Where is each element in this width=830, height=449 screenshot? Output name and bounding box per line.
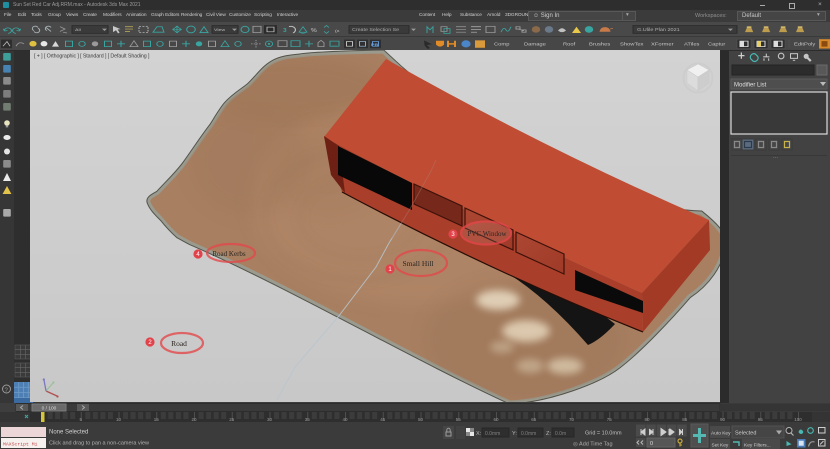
svg-text:All: All (75, 28, 81, 32)
svg-text:Selected: Selected (735, 431, 756, 437)
svg-text:Brushes: Brushes (589, 42, 611, 47)
svg-text:G.Ulile Plan 2021: G.Ulile Plan 2021 (637, 28, 680, 33)
svg-text:PB: PB (371, 43, 379, 47)
svg-text:Small Hill: Small Hill (402, 259, 433, 268)
svg-text:0: 0 (650, 441, 653, 447)
svg-text:Captur: Captur (708, 42, 726, 47)
svg-text:3: 3 (283, 28, 287, 33)
svg-text:Road: Road (171, 339, 187, 348)
svg-text:XFormer: XFormer (651, 42, 674, 47)
svg-text:(ʌ: (ʌ (335, 28, 340, 32)
svg-text:X:: X: (476, 431, 482, 437)
svg-text:View: View (214, 28, 226, 32)
svg-text:◎ Add Time Tag: ◎ Add Time Tag (573, 442, 613, 448)
svg-text:Set Key: Set Key (712, 443, 729, 449)
svg-text:Key Filters...: Key Filters... (744, 443, 771, 449)
svg-text:MAXScript Mi: MAXScript Mi (3, 442, 38, 448)
svg-text:ShowTex: ShowTex (620, 42, 644, 47)
svg-text:0.0mm: 0.0mm (521, 431, 536, 437)
svg-text:Auto Key: Auto Key (711, 431, 731, 437)
svg-text:Click and drag to pan a non-ca: Click and drag to pan a non-camera view (49, 441, 149, 447)
svg-text:...: ... (773, 154, 778, 160)
svg-text:None Selected: None Selected (49, 430, 88, 436)
svg-text:EditPoly: EditPoly (794, 42, 816, 47)
svg-text:0.0mm: 0.0mm (485, 431, 500, 437)
svg-text:Damage: Damage (524, 42, 546, 47)
svg-text:PVC Window: PVC Window (467, 230, 507, 238)
svg-text:Z:: Z: (546, 431, 551, 437)
svg-text:[ + ] [ Orthographic ] [ Stand: [ + ] [ Orthographic ] [ Standard ] [ De… (34, 54, 150, 60)
svg-text:ATiles: ATiles (684, 42, 700, 47)
svg-text:0.0m: 0.0m (555, 431, 566, 437)
svg-text:%: % (311, 28, 317, 33)
svg-text:Grid = 10.0mm: Grid = 10.0mm (585, 431, 622, 437)
svg-text:Roof: Roof (563, 42, 576, 47)
svg-text:0 / 100: 0 / 100 (42, 405, 57, 411)
svg-text:Create Selection Se: Create Selection Se (352, 28, 400, 33)
svg-text:Road Kerbs: Road Kerbs (212, 250, 246, 258)
svg-text:Y:: Y: (512, 431, 517, 437)
svg-text:Comp: Comp (494, 42, 510, 47)
svg-text:Modifier List: Modifier List (734, 83, 767, 89)
